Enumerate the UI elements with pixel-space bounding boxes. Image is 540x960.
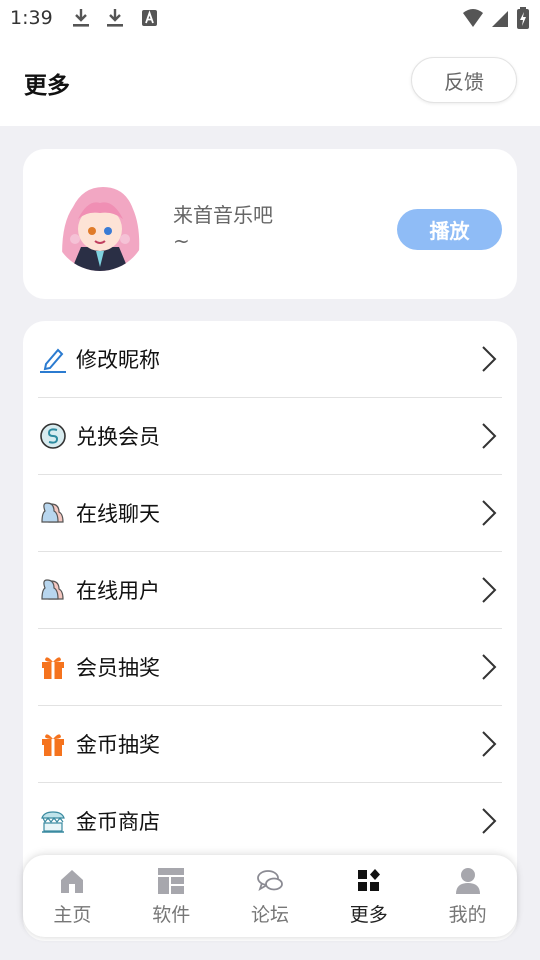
users-icon — [38, 575, 68, 605]
nav-label: 论坛 — [250, 904, 289, 926]
chevron-right-icon — [482, 731, 497, 757]
menu-item-coin-lottery[interactable]: 金币抽奖 — [38, 706, 502, 783]
more-icon — [357, 869, 380, 891]
chevron-right-icon — [482, 808, 497, 834]
status-bar: 1:39 — [0, 0, 540, 36]
gift-icon — [38, 729, 68, 759]
bottom-nav: 主页 软件 论坛 更多 我的 — [23, 855, 517, 937]
menu-item-label: 修改昵称 — [76, 348, 160, 372]
menu-item-online-users[interactable]: 在线用户 — [38, 552, 502, 629]
chat-icon — [257, 870, 283, 891]
wifi-icon — [463, 9, 483, 27]
avatar[interactable] — [53, 177, 147, 271]
page-header: 更多 反馈 — [0, 36, 540, 126]
menu-item-member-lottery[interactable]: 会员抽奖 — [38, 629, 502, 706]
music-card: 来首音乐吧 ~ 播放 — [23, 149, 517, 299]
menu-list: 修改昵称 兑换会员 在线聊天 在线用户 会员抽奖 金币抽奖 金币商店 — [23, 321, 517, 941]
user-icon — [455, 868, 480, 894]
menu-item-label: 金币商店 — [76, 810, 160, 834]
chevron-right-icon — [482, 654, 497, 680]
chevron-right-icon — [482, 423, 497, 449]
status-time: 1:39 — [10, 7, 53, 29]
menu-item-label: 会员抽奖 — [76, 656, 160, 680]
menu-item-coin-shop[interactable]: 金币商店 — [38, 783, 502, 860]
menu-item-label: 在线用户 — [76, 579, 160, 603]
nav-item-apps[interactable]: 软件 — [122, 855, 221, 937]
page-title: 更多 — [24, 73, 70, 99]
download-icon — [105, 7, 125, 29]
menu-item-redeem-membership[interactable]: 兑换会员 — [38, 398, 502, 475]
download-icon — [71, 7, 91, 29]
chevron-right-icon — [482, 577, 497, 603]
menu-item-edit-nickname[interactable]: 修改昵称 — [38, 321, 502, 398]
chevron-right-icon — [482, 500, 497, 526]
users-icon — [38, 498, 68, 528]
shop-icon — [38, 806, 68, 836]
play-button[interactable]: 播放 — [397, 209, 502, 250]
menu-item-label: 在线聊天 — [76, 502, 160, 526]
nav-label: 我的 — [448, 904, 487, 926]
nav-item-mine[interactable]: 我的 — [418, 855, 517, 937]
chevron-right-icon — [482, 346, 497, 372]
feedback-button[interactable]: 反馈 — [411, 57, 517, 103]
battery-charging-icon — [517, 7, 529, 29]
apps-icon — [158, 868, 185, 894]
song-subtitle: ~ — [173, 229, 190, 253]
font-a-icon — [139, 7, 159, 29]
home-icon — [61, 870, 84, 893]
nav-label: 软件 — [152, 904, 191, 926]
menu-item-label: 兑换会员 — [76, 425, 160, 449]
nav-label: 更多 — [349, 904, 388, 926]
pencil-icon — [38, 344, 68, 374]
signal-icon — [492, 11, 508, 27]
gift-icon — [38, 652, 68, 682]
song-title: 来首音乐吧 — [173, 203, 273, 227]
coin-icon — [38, 421, 68, 451]
menu-item-online-chat[interactable]: 在线聊天 — [38, 475, 502, 552]
nav-item-home[interactable]: 主页 — [23, 855, 122, 937]
nav-item-forum[interactable]: 论坛 — [221, 855, 320, 937]
nav-label: 主页 — [53, 904, 92, 926]
nav-item-more[interactable]: 更多 — [319, 855, 418, 937]
menu-item-label: 金币抽奖 — [76, 733, 160, 757]
